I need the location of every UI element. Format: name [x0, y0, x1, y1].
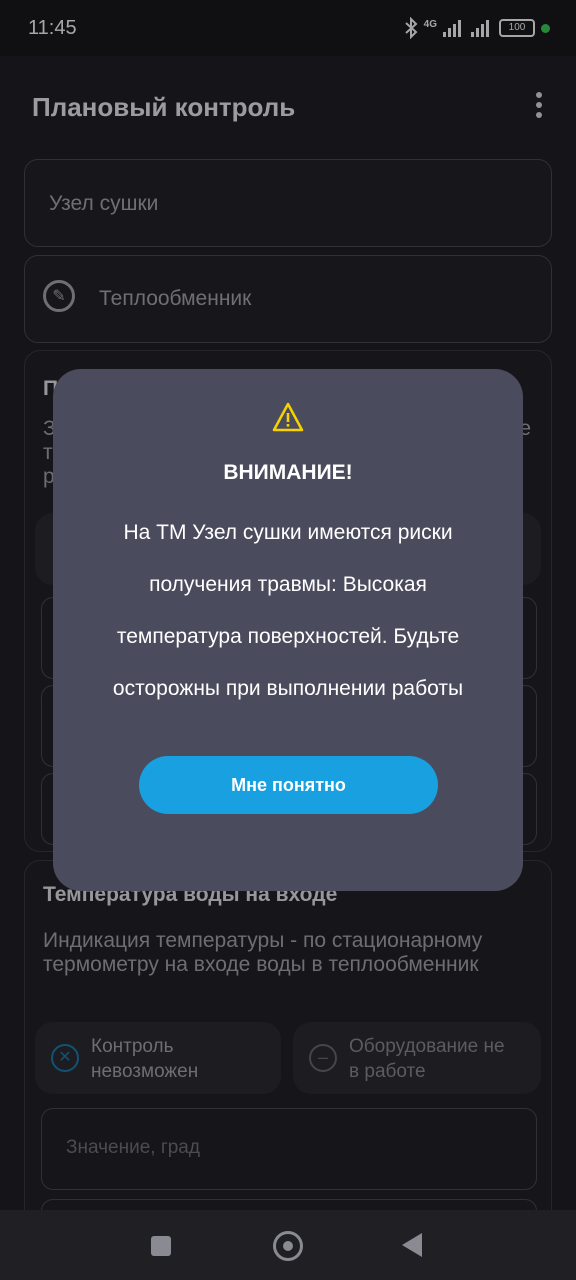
back-button[interactable]: [402, 1233, 422, 1257]
recent-apps-button[interactable]: [151, 1236, 171, 1256]
home-button[interactable]: [273, 1231, 303, 1261]
warning-dialog: ВНИМАНИЕ! На ТМ Узел сушки имеются риски…: [53, 369, 523, 891]
acknowledge-button[interactable]: Мне понятно: [139, 756, 438, 814]
dialog-message: На ТМ Узел сушки имеются риски получения…: [77, 507, 499, 715]
warning-icon: [272, 402, 304, 432]
dialog-line-4: осторожны при выполнении работы: [112, 677, 464, 700]
dialog-line-3: температура поверхностей. Будьте: [116, 625, 460, 648]
dialog-line-1: На ТМ Узел сушки имеются риски: [123, 521, 453, 544]
dialog-title: ВНИМАНИЕ!: [223, 461, 353, 484]
dialog-line-2: получения травмы: Высокая: [149, 573, 427, 596]
